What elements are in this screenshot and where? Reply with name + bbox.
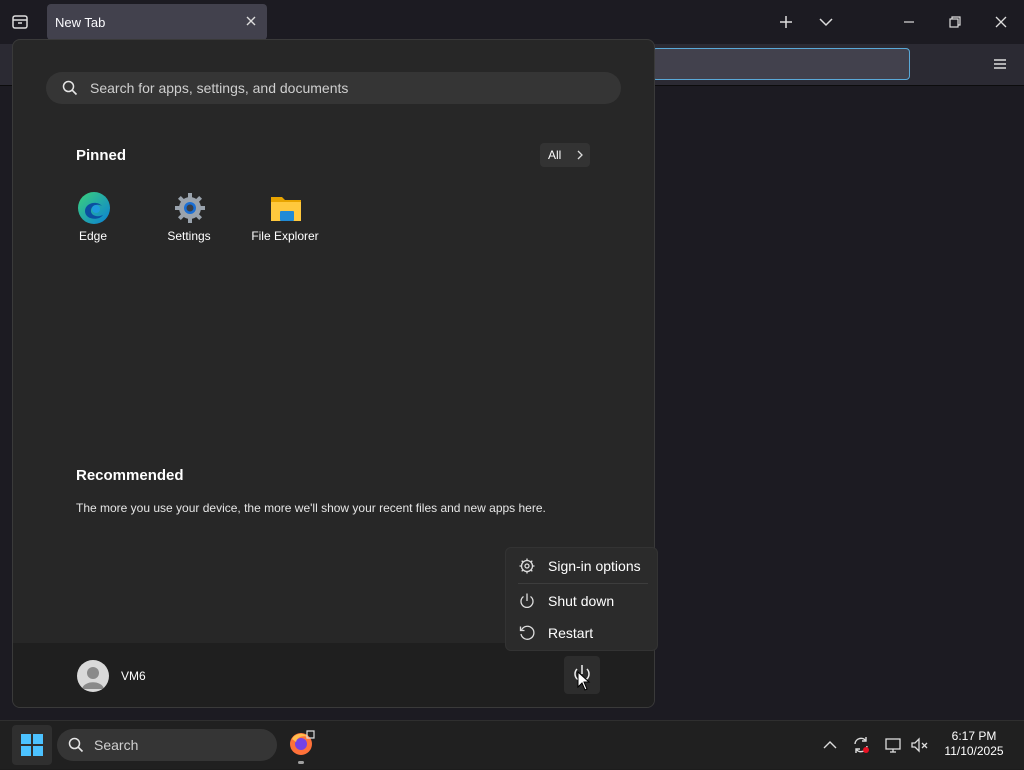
browser-tab-bar: New Tab	[0, 0, 1024, 44]
close-window-icon[interactable]	[989, 10, 1013, 34]
menu-item-label: Restart	[548, 625, 594, 641]
menu-item-label: Sign-in options	[548, 558, 641, 574]
start-search-box[interactable]: Search for apps, settings, and documents	[46, 72, 621, 104]
address-bar[interactable]	[652, 48, 910, 80]
all-apps-label: All	[548, 148, 562, 162]
user-name[interactable]: VM6	[121, 669, 146, 683]
chevron-down-icon[interactable]	[814, 10, 838, 34]
hamburger-menu-icon[interactable]	[988, 52, 1012, 76]
menu-item-label: Shut down	[548, 593, 615, 609]
menu-item-shut-down[interactable]: Shut down	[506, 585, 657, 615]
menu-divider	[518, 583, 648, 584]
new-tab-icon[interactable]	[774, 10, 798, 34]
taskbar: Search 6:17 PM 11/10/2025	[0, 720, 1024, 769]
gear-icon	[518, 557, 536, 575]
chevron-right-icon	[574, 149, 586, 161]
search-icon	[68, 737, 84, 753]
start-button[interactable]	[12, 725, 52, 765]
folder-icon	[269, 191, 303, 225]
edge-icon	[77, 191, 111, 225]
firefox-icon[interactable]	[288, 729, 316, 757]
app-label: Settings	[167, 229, 211, 243]
menu-item-sign-in-options[interactable]: Sign-in options	[506, 550, 657, 580]
tab-title: New Tab	[55, 15, 106, 30]
sync-icon[interactable]	[851, 735, 871, 755]
avatar[interactable]	[77, 660, 109, 692]
browser-tab[interactable]: New Tab	[47, 4, 267, 40]
mouse-cursor-icon	[577, 670, 591, 691]
running-indicator	[298, 761, 304, 764]
clock-date: 11/10/2025	[944, 744, 1004, 758]
gear-icon	[173, 191, 207, 225]
close-icon[interactable]	[243, 13, 259, 29]
search-placeholder: Search for apps, settings, and documents	[90, 80, 349, 96]
app-label: File Explorer	[251, 229, 319, 243]
recommended-text: The more you use your device, the more w…	[76, 501, 546, 515]
taskbar-search[interactable]: Search	[57, 729, 277, 761]
start-footer: VM6	[13, 643, 654, 707]
clock-time: 6:17 PM	[951, 729, 997, 743]
power-options-menu: Sign-in options Shut down Restart	[505, 547, 658, 651]
minimize-icon[interactable]	[897, 10, 921, 34]
restore-icon[interactable]	[943, 10, 967, 34]
pinned-title: Pinned	[76, 147, 127, 164]
app-label: Edge	[78, 229, 108, 243]
chevron-up-icon[interactable]	[820, 735, 840, 755]
recommended-title: Recommended	[76, 467, 184, 484]
restart-icon	[518, 624, 536, 642]
taskbar-search-label: Search	[94, 737, 139, 753]
volume-muted-icon[interactable]	[910, 735, 930, 755]
all-apps-button[interactable]: All	[540, 143, 590, 167]
power-icon	[518, 592, 536, 610]
taskbar-clock[interactable]: 6:17 PM 11/10/2025	[940, 729, 1008, 759]
menu-item-restart[interactable]: Restart	[506, 617, 657, 647]
pinned-app-settings[interactable]: Settings	[144, 191, 234, 261]
network-icon[interactable]	[884, 735, 904, 755]
pinned-app-edge[interactable]: Edge	[48, 191, 138, 261]
search-icon	[62, 80, 78, 96]
tab-list-icon[interactable]	[8, 10, 32, 34]
pinned-app-file-explorer[interactable]: File Explorer	[240, 191, 330, 261]
